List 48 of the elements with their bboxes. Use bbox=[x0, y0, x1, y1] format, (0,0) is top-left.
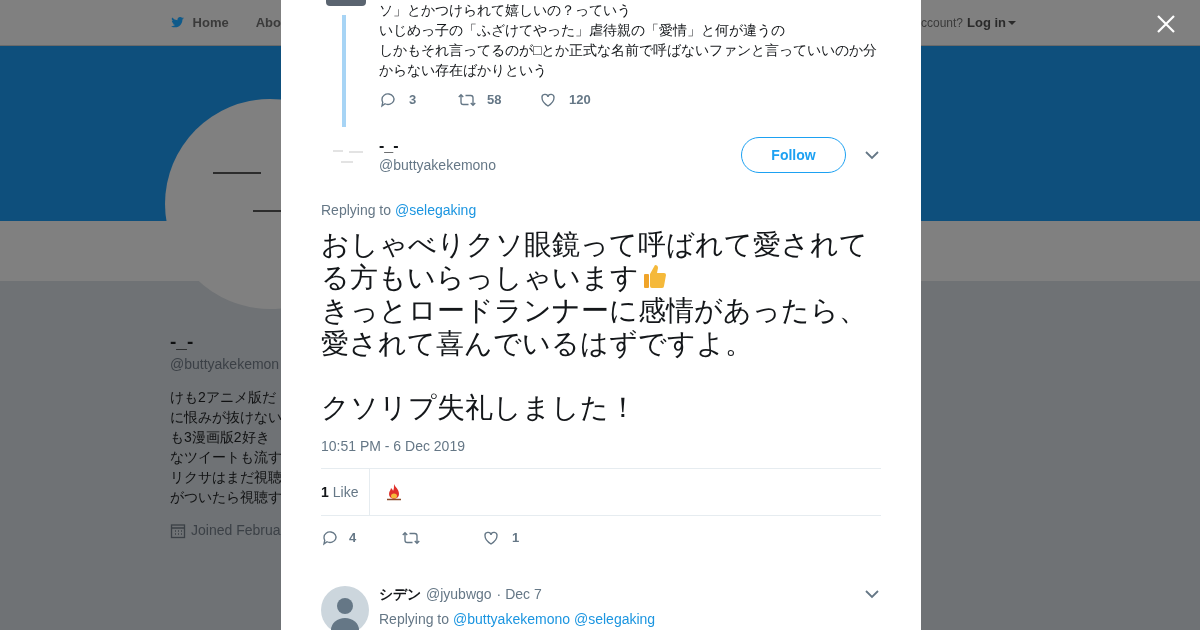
tweet-timestamp: 10:51 PM - 6 Dec 2019 bbox=[321, 437, 466, 456]
action-count: 58 bbox=[487, 91, 502, 110]
bio-line: も3漫画版2好き bbox=[170, 428, 271, 447]
heart-icon[interactable] bbox=[539, 91, 557, 109]
like-count[interactable]: 1 bbox=[321, 481, 329, 503]
calendar-icon bbox=[170, 522, 186, 539]
close-button[interactable] bbox=[1155, 13, 1177, 35]
bio-line: がついたら視聴す bbox=[170, 488, 281, 507]
action-count: 3 bbox=[409, 91, 417, 110]
tweet-text-line: からない存在ばかりという bbox=[379, 61, 548, 80]
tweet-text-line: いじめっ子の「ふざけてやった」虐待親の「愛情」と何が違うの bbox=[379, 21, 786, 40]
action-count: 4 bbox=[349, 529, 357, 548]
mention-link[interactable]: @selegaking bbox=[395, 200, 477, 221]
retweet-icon[interactable] bbox=[457, 91, 477, 109]
tweet-text-line: しかもそれ言ってるのが□とか正式な名前で呼ばないファンと言っていいのか分 bbox=[379, 41, 878, 60]
bio-line: なツイートも流す bbox=[170, 448, 281, 467]
tweet-text: クソリプ失礼しました！ bbox=[321, 391, 638, 424]
tweet-text-line: ソ」とかつけられて嬉しいの？っていう bbox=[379, 1, 632, 20]
like-label[interactable]: Like bbox=[332, 481, 359, 503]
reply-author-handle[interactable]: @jyubwgo bbox=[426, 583, 492, 605]
account-prompt: ccount? bbox=[921, 14, 964, 32]
reply-date[interactable]: · Dec 7 bbox=[496, 583, 542, 605]
retweet-icon[interactable] bbox=[401, 529, 421, 547]
reply-icon[interactable] bbox=[321, 529, 339, 547]
nav-link[interactable]: Abo bbox=[255, 12, 281, 33]
bio-line: けも2アニメ版だ bbox=[170, 388, 277, 407]
reply-author-name[interactable]: シデン bbox=[379, 583, 421, 605]
bio-line: に恨みが抜けない bbox=[170, 408, 281, 427]
chevron-down-icon[interactable] bbox=[865, 150, 879, 160]
action-count: 120 bbox=[569, 91, 591, 110]
nav-link[interactable]: Home bbox=[192, 12, 229, 33]
default-avatar-icon[interactable] bbox=[321, 586, 369, 630]
replying-to-label: Replying to bbox=[321, 201, 392, 220]
tweet-text: おしゃべりクソ眼鏡って呼ばれて愛されてる方もいらっしゃいます bbox=[321, 228, 869, 294]
chevron-down-icon[interactable] bbox=[865, 589, 879, 599]
bio-line: リクサはまだ視聴 bbox=[170, 468, 281, 487]
author-handle[interactable]: @buttyakekemono bbox=[379, 156, 741, 174]
avatar-drawing bbox=[325, 0, 367, 6]
mention-link[interactable]: @buttyakekemono bbox=[453, 609, 570, 630]
author-name[interactable]: -_- bbox=[379, 136, 741, 156]
replying-to-label: Replying to bbox=[379, 610, 450, 629]
profile-name: -_- bbox=[170, 331, 195, 353]
login-button[interactable]: Log in bbox=[967, 12, 1017, 33]
mention-link[interactable]: @selegaking bbox=[574, 609, 656, 630]
tweet-text: きっとロードランナーに感情があったら、愛されて喜んでいるはずですよ。 bbox=[321, 294, 868, 360]
reply-icon[interactable] bbox=[379, 91, 397, 109]
action-count: 1 bbox=[512, 529, 520, 548]
heart-icon[interactable] bbox=[482, 529, 500, 547]
